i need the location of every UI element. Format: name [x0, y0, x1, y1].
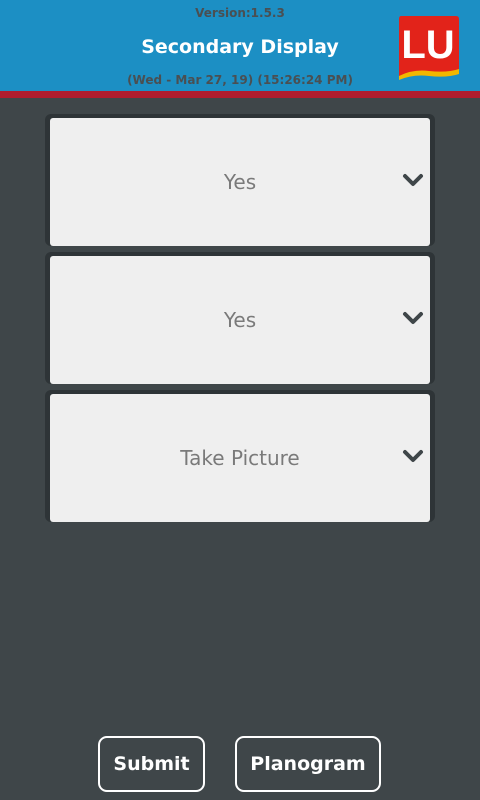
dropdown-value: Take Picture: [180, 446, 300, 470]
chevron-down-icon: [403, 450, 423, 462]
dropdown-select-2[interactable]: Yes: [50, 256, 430, 384]
dropdown-value: Yes: [223, 308, 257, 332]
submit-button[interactable]: Submit: [98, 736, 205, 792]
dropdown-select-1[interactable]: Yes: [50, 118, 430, 246]
dropdown-select-3[interactable]: Take Picture: [50, 394, 430, 522]
brand-logo: LU: [399, 16, 459, 80]
dropdown-panel-3: Take Picture: [45, 390, 435, 522]
header-stripe: [0, 91, 480, 98]
chevron-down-icon: [403, 174, 423, 186]
dropdown-panel-2: Yes: [45, 252, 435, 384]
chevron-down-icon: [403, 312, 423, 324]
app-header: Version:1.5.3 Secondary Display (Wed - M…: [0, 0, 480, 91]
logo-text: LU: [401, 23, 454, 67]
dropdown-value: Yes: [223, 170, 257, 194]
planogram-button[interactable]: Planogram: [235, 736, 381, 792]
dropdown-panel-1: Yes: [45, 114, 435, 246]
